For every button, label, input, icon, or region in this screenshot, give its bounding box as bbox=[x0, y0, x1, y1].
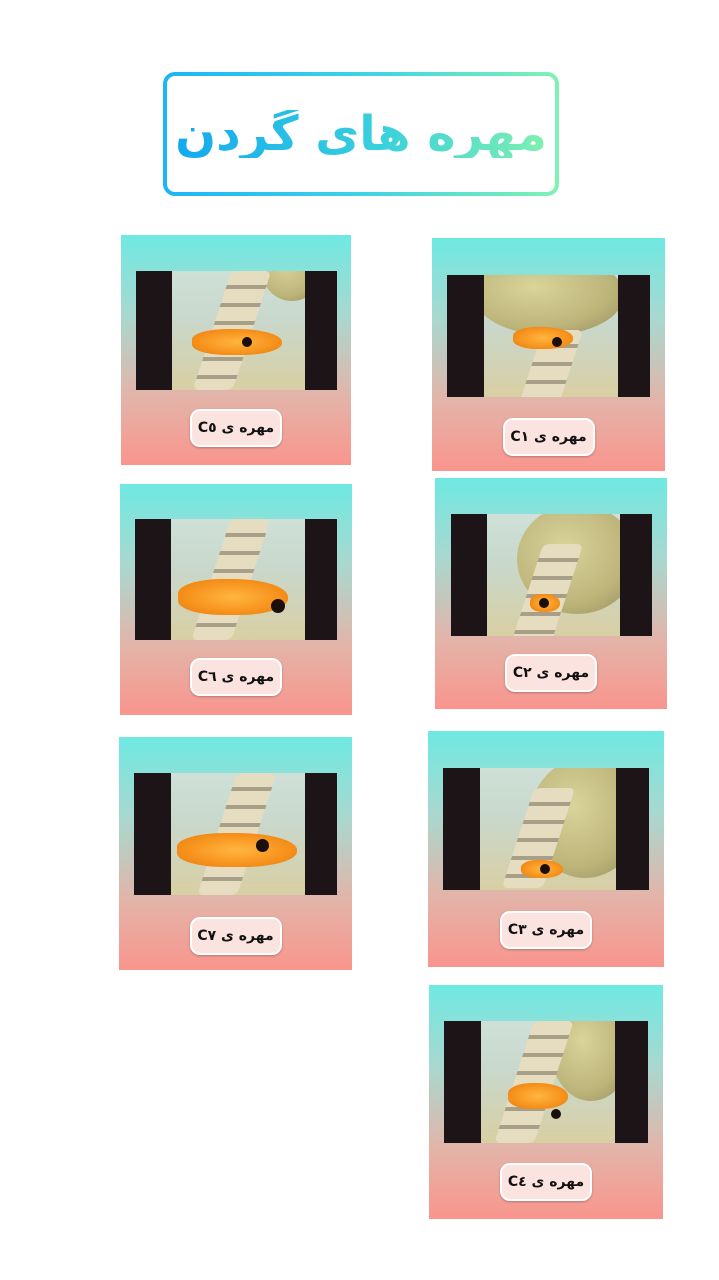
vertebra-image-c1 bbox=[447, 275, 650, 397]
vertebra-image-c4 bbox=[444, 1021, 648, 1143]
vertebra-label-c7: مهره ی C٧ bbox=[189, 917, 282, 955]
page-title: مهره های گردن bbox=[175, 106, 547, 162]
vertebra-card-c2[interactable]: مهره ی C۲ bbox=[435, 478, 667, 709]
vertebra-card-c1[interactable]: مهره ی C۱ bbox=[432, 238, 665, 471]
vertebra-label-c4: مهره ی C٤ bbox=[500, 1163, 592, 1201]
vertebra-label-c6: مهره ی C٦ bbox=[190, 658, 282, 696]
vertebra-label-c3: مهره ی C۳ bbox=[500, 911, 592, 949]
page-title-box: مهره های گردن bbox=[163, 72, 559, 196]
vertebra-card-c7[interactable]: مهره ی C٧ bbox=[119, 737, 352, 970]
vertebra-card-c5[interactable]: مهره ی C٥ bbox=[121, 235, 351, 465]
vertebra-image-c6 bbox=[135, 519, 337, 640]
vertebra-card-c3[interactable]: مهره ی C۳ bbox=[428, 731, 664, 967]
vertebra-card-c4[interactable]: مهره ی C٤ bbox=[429, 985, 663, 1219]
vertebra-image-c2 bbox=[451, 514, 652, 636]
vertebra-label-c2: مهره ی C۲ bbox=[505, 654, 597, 692]
vertebra-label-c5: مهره ی C٥ bbox=[190, 409, 282, 447]
vertebra-card-c6[interactable]: مهره ی C٦ bbox=[120, 484, 352, 715]
vertebra-image-c7 bbox=[134, 773, 337, 895]
vertebra-image-c5 bbox=[136, 271, 337, 390]
vertebra-label-c1: مهره ی C۱ bbox=[502, 418, 595, 456]
vertebra-image-c3 bbox=[443, 768, 649, 890]
